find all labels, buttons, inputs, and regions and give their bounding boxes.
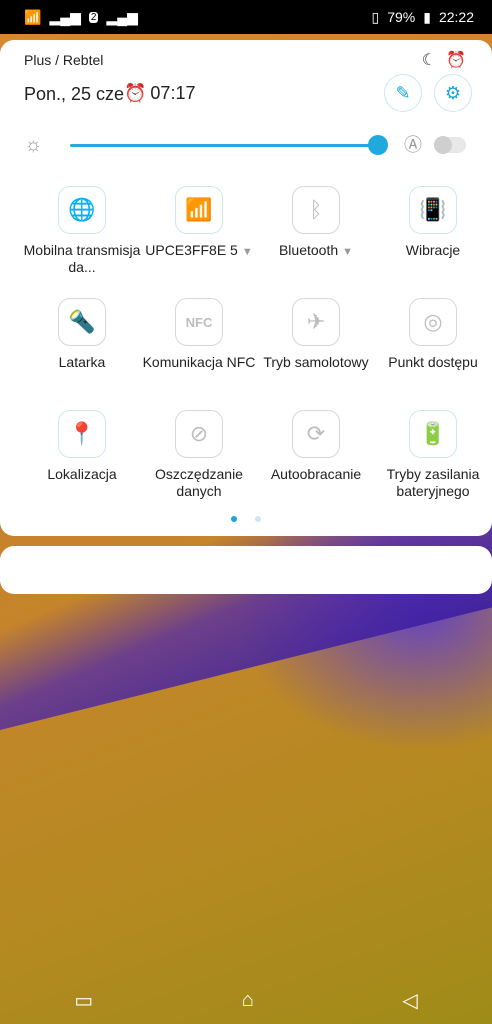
brightness-icon: ☼	[24, 134, 43, 156]
tile-hotspot[interactable]: ◎ Punkt dostępu	[373, 298, 492, 371]
sim2-badge: 2	[88, 11, 99, 23]
page-dot-active	[231, 516, 237, 522]
settings-button[interactable]: ⚙	[434, 74, 472, 112]
quick-settings-panel: Plus / Rebtel ☾ ⏰ Pon., 25 cze ⏰ 07:17 ✎…	[0, 40, 492, 536]
flashlight-icon: 🔦	[58, 298, 106, 346]
tile-label: Komunikacja NFC	[142, 354, 256, 370]
home-icon[interactable]: ⌂	[242, 989, 254, 1012]
alarm-time-label: 07:17	[150, 83, 196, 103]
clock: 22:22	[438, 9, 474, 25]
tile-location[interactable]: 📍 Lokalizacja	[22, 410, 142, 483]
brightness-slider-thumb[interactable]	[368, 135, 388, 155]
brightness-slider-track[interactable]	[70, 144, 382, 147]
page-dot	[255, 516, 261, 522]
do-not-disturb-icon: ☾	[421, 52, 437, 69]
tile-battery-modes[interactable]: 🔋 Tryby zasilania bateryjnego	[373, 410, 492, 500]
status-right: ▯ 79% ▮ 22:22	[371, 9, 474, 26]
battery-percent: 79%	[387, 9, 416, 25]
auto-brightness-toggle[interactable]	[434, 136, 466, 154]
tile-autorotate[interactable]: ⟳ Autoobracanie	[256, 410, 376, 483]
bluetooth-icon: ᛒ	[292, 186, 340, 234]
signal-icon: ▂▄▆	[49, 8, 81, 25]
autorotate-icon: ⟳	[292, 410, 340, 458]
data-saver-icon: ⊘	[175, 410, 223, 458]
navigation-bar: ▭ ⌂ ◁	[0, 976, 492, 1024]
airplane-icon: ✈	[292, 298, 340, 346]
wifi-icon: 📶	[175, 186, 223, 234]
tile-vibration[interactable]: 📳 Wibracje	[373, 186, 492, 259]
tile-label: Oszczędzanie danych	[155, 466, 243, 499]
notes-button[interactable]: ✎	[384, 74, 422, 112]
nfc-icon: NFC	[175, 298, 223, 346]
tile-label: Tryb samolotowy	[263, 354, 369, 370]
status-left: 📶 ▂▄▆ 2 ▂▄▆	[24, 9, 138, 26]
notes-icon: ✎	[395, 82, 411, 103]
toggle-knob	[434, 136, 452, 154]
vibrate-icon: 📳	[409, 186, 457, 234]
carrier-label: Plus / Rebtel	[24, 52, 104, 68]
tile-airplane[interactable]: ✈ Tryb samolotowy	[256, 298, 376, 371]
tile-nfc[interactable]: NFC Komunikacja NFC	[139, 298, 259, 371]
notification-card[interactable]	[0, 546, 492, 594]
tile-label: Punkt dostępu	[388, 354, 478, 370]
page-indicator	[0, 516, 492, 522]
tile-data-saver[interactable]: ⊘ Oszczędzanie danych	[139, 410, 259, 500]
alarm-time[interactable]: ⏰ 07:17	[124, 83, 195, 104]
tile-bluetooth[interactable]: ᛒ Bluetooth ▼	[256, 186, 376, 261]
tile-label: Wibracje	[405, 242, 461, 258]
alarm-small-icon: ⏰	[446, 52, 466, 69]
date-label: Pon., 25 cze	[24, 84, 125, 104]
status-bar: 📶 ▂▄▆ 2 ▂▄▆ ▯ 79% ▮ 22:22	[0, 0, 492, 34]
globe-4g-icon: 🌐	[58, 186, 106, 234]
back-icon[interactable]: ◁	[402, 988, 417, 1013]
tile-mobile-data[interactable]: 🌐 Mobilna transmisja da...	[22, 186, 142, 276]
alarm-icon: ⏰	[124, 83, 147, 103]
auto-brightness-icon: Ⓐ	[404, 135, 422, 155]
signal-icon-2: ▂▄▆	[106, 8, 138, 25]
tile-label: Bluetooth ▼	[278, 242, 354, 258]
recents-icon[interactable]: ▭	[74, 988, 93, 1013]
panel-mini-icons: ☾ ⏰	[422, 50, 466, 70]
brightness-row: ☼ Ⓐ	[24, 132, 468, 158]
location-icon: 📍	[58, 410, 106, 458]
wifi-status-icon: 📶	[24, 8, 42, 25]
tile-flashlight[interactable]: 🔦 Latarka	[22, 298, 142, 371]
hotspot-icon: ◎	[409, 298, 457, 346]
battery-icon: ▮	[423, 8, 431, 25]
tile-label: Lokalizacja	[47, 466, 117, 482]
expand-icon: ▼	[241, 246, 253, 258]
expand-icon: ▼	[342, 246, 354, 258]
battery-mode-icon: 🔋	[409, 410, 457, 458]
tile-wifi[interactable]: 📶 UPCE3FF8E 5 ▼	[139, 186, 259, 261]
tile-label: Mobilna transmisja da...	[23, 242, 141, 275]
vibrate-status-icon: ▯	[371, 8, 380, 25]
tile-label: Latarka	[58, 354, 106, 370]
tile-label: Autoobracanie	[270, 466, 362, 482]
gear-icon: ⚙	[444, 82, 462, 103]
tile-label: Tryby zasilania bateryjnego	[386, 466, 480, 499]
tile-label: UPCE3FF8E 5 ▼	[145, 242, 253, 258]
